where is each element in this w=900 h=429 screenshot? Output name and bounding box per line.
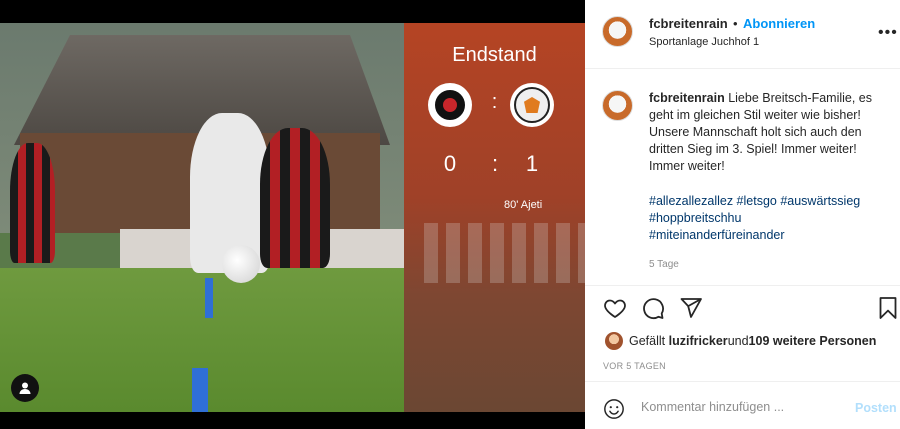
caption-username[interactable]: fcbreitenrain bbox=[649, 91, 725, 105]
likes-summary: Gefällt luzifricker und 109 weitere Pers… bbox=[605, 332, 876, 350]
hashtag-line[interactable]: #miteinanderfüreinander bbox=[649, 227, 889, 244]
liker-username[interactable]: luzifricker bbox=[669, 334, 728, 348]
likes-connector: und bbox=[727, 334, 749, 348]
home-team-crest bbox=[428, 83, 472, 127]
caption-text: fcbreitenrain Liebe Breitsch-Familie, es… bbox=[649, 90, 889, 175]
background-player bbox=[10, 143, 55, 263]
letterbox-bar bbox=[0, 412, 585, 429]
away-team-crest bbox=[510, 83, 554, 127]
comment-input[interactable] bbox=[641, 400, 831, 414]
home-score: 0 bbox=[443, 151, 457, 176]
crest-separator: : bbox=[491, 91, 498, 113]
goal-scorer: 80' Ajeti bbox=[504, 199, 543, 211]
faded-banner-text bbox=[424, 223, 585, 283]
post-timestamp: VOR 5 TAGEN bbox=[603, 361, 666, 371]
hashtag-line[interactable]: #allezallezallez #letsgo #auswärtssieg bbox=[649, 193, 889, 210]
bookmark-icon[interactable] bbox=[876, 296, 900, 320]
avatar[interactable] bbox=[602, 16, 633, 47]
divider bbox=[585, 285, 900, 286]
emoji-icon[interactable] bbox=[603, 398, 625, 420]
divider bbox=[585, 381, 900, 382]
hashtag-line[interactable]: #hoppbreitschhu bbox=[649, 210, 889, 227]
post-image[interactable]: Endstand : 0 : 1 80' Ajeti bbox=[0, 23, 585, 412]
football bbox=[222, 245, 260, 283]
tagged-people-button[interactable] bbox=[11, 374, 39, 402]
likes-count[interactable]: 109 weitere Personen bbox=[749, 334, 877, 348]
liker-avatar[interactable] bbox=[605, 332, 623, 350]
separator-dot: • bbox=[733, 16, 738, 31]
comment-icon[interactable] bbox=[641, 296, 665, 320]
training-pole bbox=[192, 368, 208, 412]
scoreboard-overlay: Endstand : 0 : 1 80' Ajeti bbox=[404, 23, 585, 412]
location-link[interactable]: Sportanlage Juchhof 1 bbox=[649, 36, 759, 48]
post-comment-button[interactable]: Posten bbox=[855, 401, 897, 415]
likes-prefix: Gefällt bbox=[629, 334, 666, 348]
player-red-black-kit bbox=[260, 128, 330, 268]
training-pole bbox=[205, 278, 213, 318]
header-username[interactable]: fcbreitenrain bbox=[649, 16, 728, 31]
score-separator: : bbox=[491, 151, 499, 176]
caption-avatar[interactable] bbox=[602, 90, 633, 121]
hashtags: #allezallezallez #letsgo #auswärtssieg #… bbox=[649, 193, 889, 244]
heart-icon[interactable] bbox=[603, 296, 627, 320]
more-options-icon[interactable]: ••• bbox=[878, 24, 898, 42]
caption-age: 5 Tage bbox=[649, 259, 679, 270]
follow-button[interactable]: Abonnieren bbox=[743, 16, 815, 31]
away-score: 1 bbox=[525, 151, 539, 176]
paper-plane-icon[interactable] bbox=[679, 296, 703, 320]
post-sidebar: fcbreitenrain • Abonnieren Sportanlage J… bbox=[585, 0, 900, 429]
instagram-post-viewer: Endstand : 0 : 1 80' Ajeti fcbreitenrain… bbox=[0, 0, 900, 429]
user-icon bbox=[19, 382, 31, 394]
divider bbox=[585, 68, 900, 69]
scoreboard-title: Endstand bbox=[452, 44, 537, 66]
